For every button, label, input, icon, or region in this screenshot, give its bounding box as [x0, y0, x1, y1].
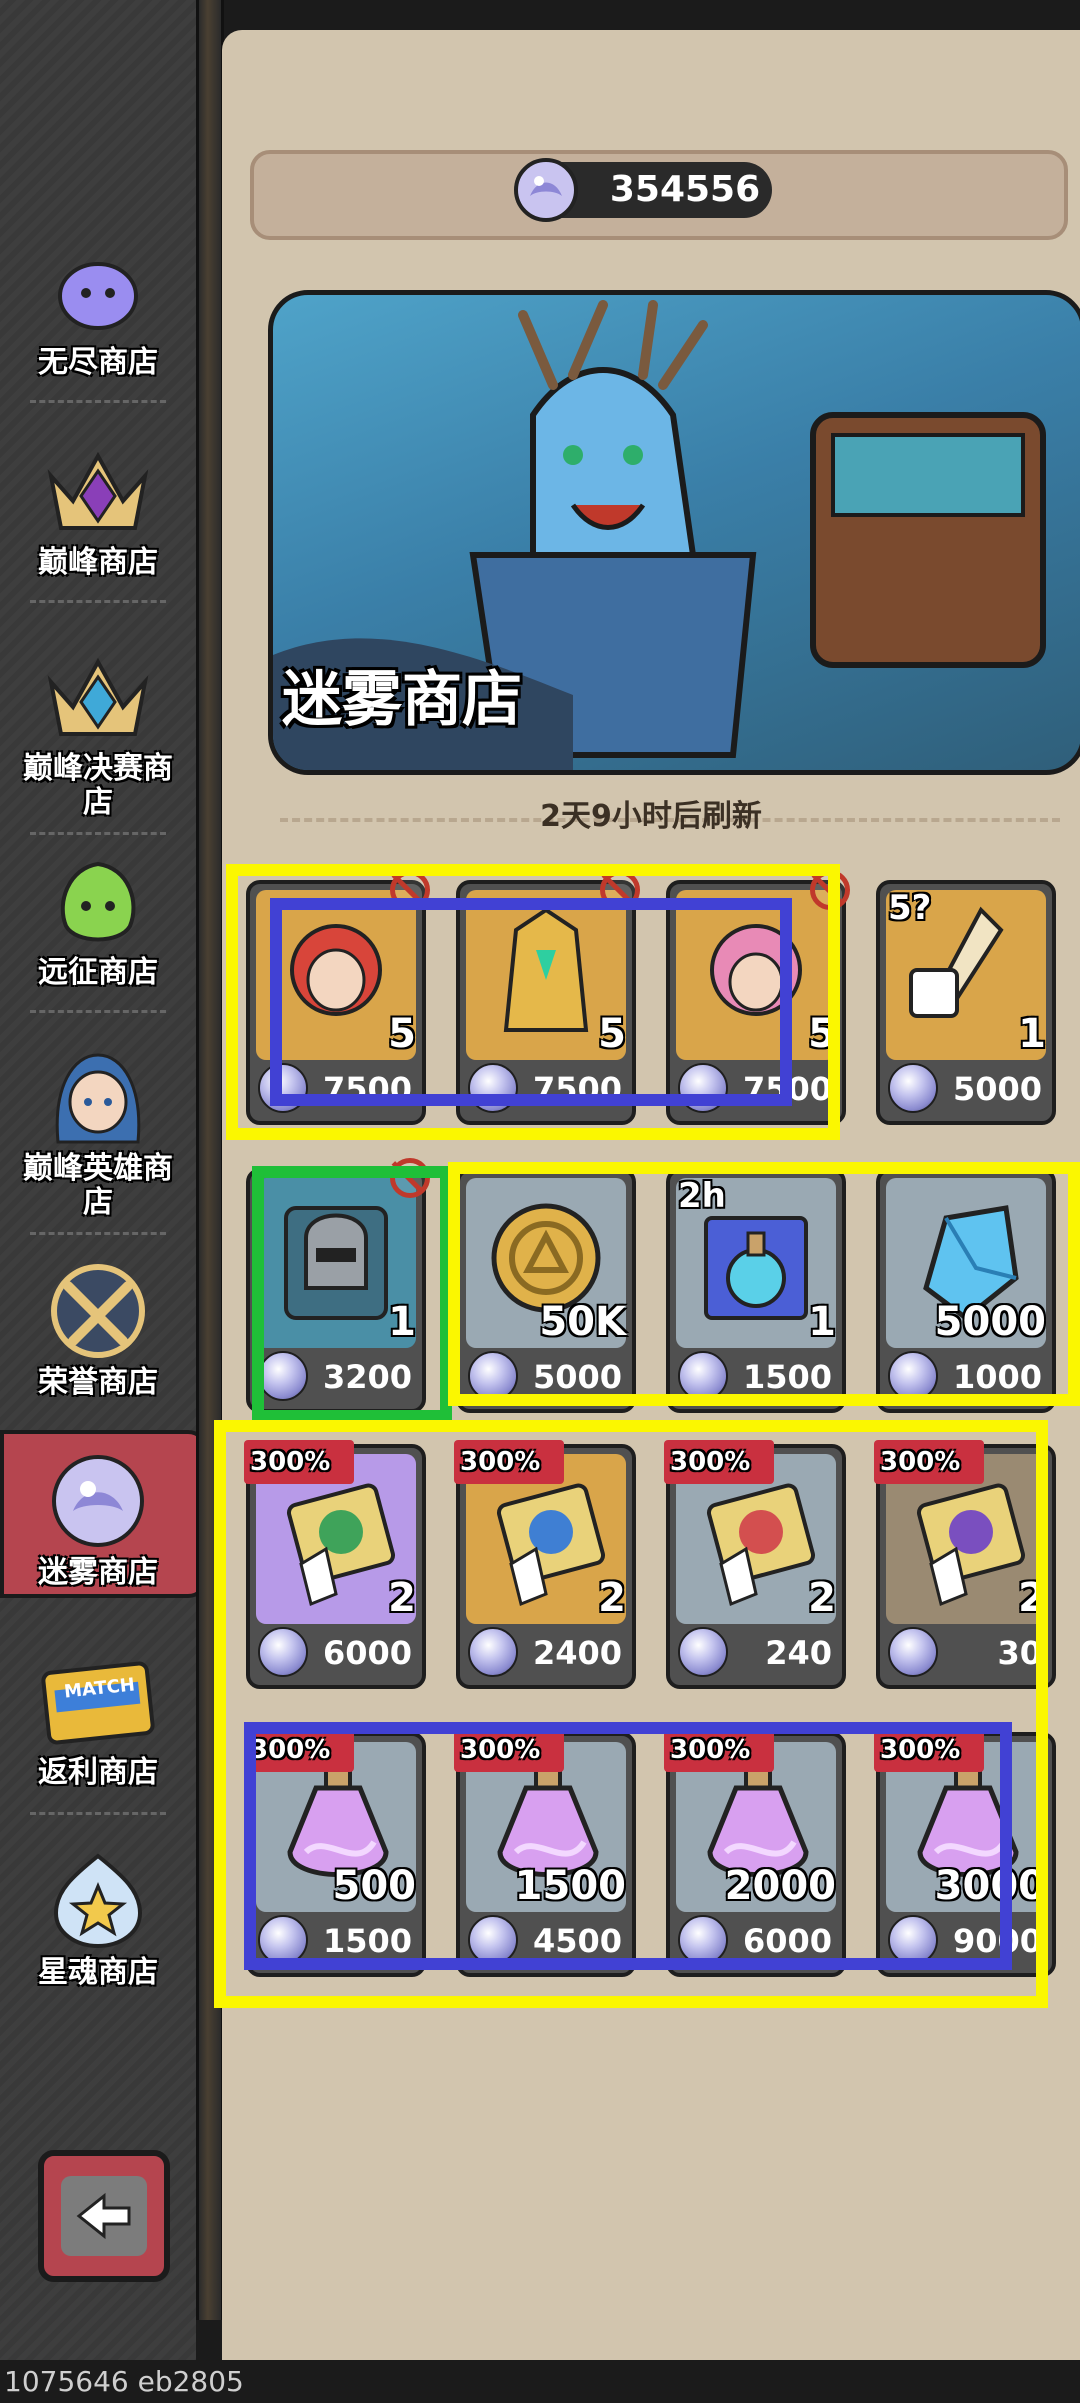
- sidebar-item-peak-shop[interactable]: 巅峰商店: [0, 380, 196, 580]
- sidebar-item-label: 迷雾商店: [38, 1555, 158, 1590]
- blue-highlight-box: [270, 898, 792, 1106]
- sidebar-item-label: 远征商店: [38, 955, 158, 990]
- shop-title: 迷雾商店: [282, 665, 522, 735]
- mist-orb-icon: [38, 1446, 158, 1556]
- sidebar-item-label: 星魂商店: [38, 1955, 158, 1990]
- mist-orb-icon: [888, 1063, 938, 1113]
- hero-portrait-icon: [38, 1042, 158, 1152]
- green-slime-icon: [38, 846, 158, 956]
- back-button[interactable]: [38, 2150, 170, 2282]
- sidebar-item-endless-shop[interactable]: 无尽商店: [0, 180, 196, 380]
- sidebar-item-mist-shop[interactable]: 迷雾商店: [0, 1410, 196, 1590]
- shop-sidebar: 无尽商店 巅峰商店 巅峰决赛商店 远征商店 巅峰英雄商店 荣誉商店 迷雾商店 M…: [0, 0, 208, 2360]
- mist-orb-icon: [512, 156, 580, 224]
- star-gem-icon: [38, 1846, 158, 1956]
- yellow-highlight-box: [448, 1162, 1080, 1406]
- sidebar-item-peak-hero-shop[interactable]: 巅峰英雄商店: [0, 1010, 196, 1220]
- sidebar-item-label: 巅峰商店: [38, 545, 158, 580]
- refresh-timer: 2天9小时后刷新: [540, 799, 762, 834]
- sidebar-item-label: 返利商店: [38, 1755, 158, 1790]
- shop-item-card[interactable]: 5? 1 5000: [876, 880, 1056, 1125]
- sidebar-item-rebate-shop[interactable]: MATCH 返利商店: [0, 1600, 196, 1790]
- sidebar-item-expedition-shop[interactable]: 远征商店: [0, 800, 196, 990]
- build-id: 1075646 eb2805: [4, 2365, 244, 2398]
- crossed-swords-icon: [38, 1256, 158, 1366]
- sidebar-item-honor-shop[interactable]: 荣誉商店: [0, 1210, 196, 1400]
- sidebar-item-peak-finals-shop[interactable]: 巅峰决赛商店: [0, 600, 196, 820]
- item-price: 5000: [952, 1070, 1042, 1108]
- match-card-icon: MATCH: [38, 1646, 158, 1756]
- blue-crown-icon: [38, 642, 158, 752]
- sidebar-item-label: 无尽商店: [38, 345, 158, 380]
- item-badge: 5?: [888, 888, 932, 928]
- sidebar-item-star-soul-shop[interactable]: 星魂商店: [0, 1800, 196, 1990]
- back-arrow-icon: [61, 2176, 147, 2256]
- sidebar-item-label: 荣誉商店: [38, 1365, 158, 1400]
- green-highlight-box: [252, 1166, 452, 1422]
- blue-highlight-box: [244, 1722, 1012, 1970]
- purple-crown-icon: [38, 436, 158, 546]
- currency-amount: 354556: [609, 169, 761, 210]
- item-quantity: 1: [1018, 1011, 1046, 1057]
- slime-icon: [38, 236, 158, 346]
